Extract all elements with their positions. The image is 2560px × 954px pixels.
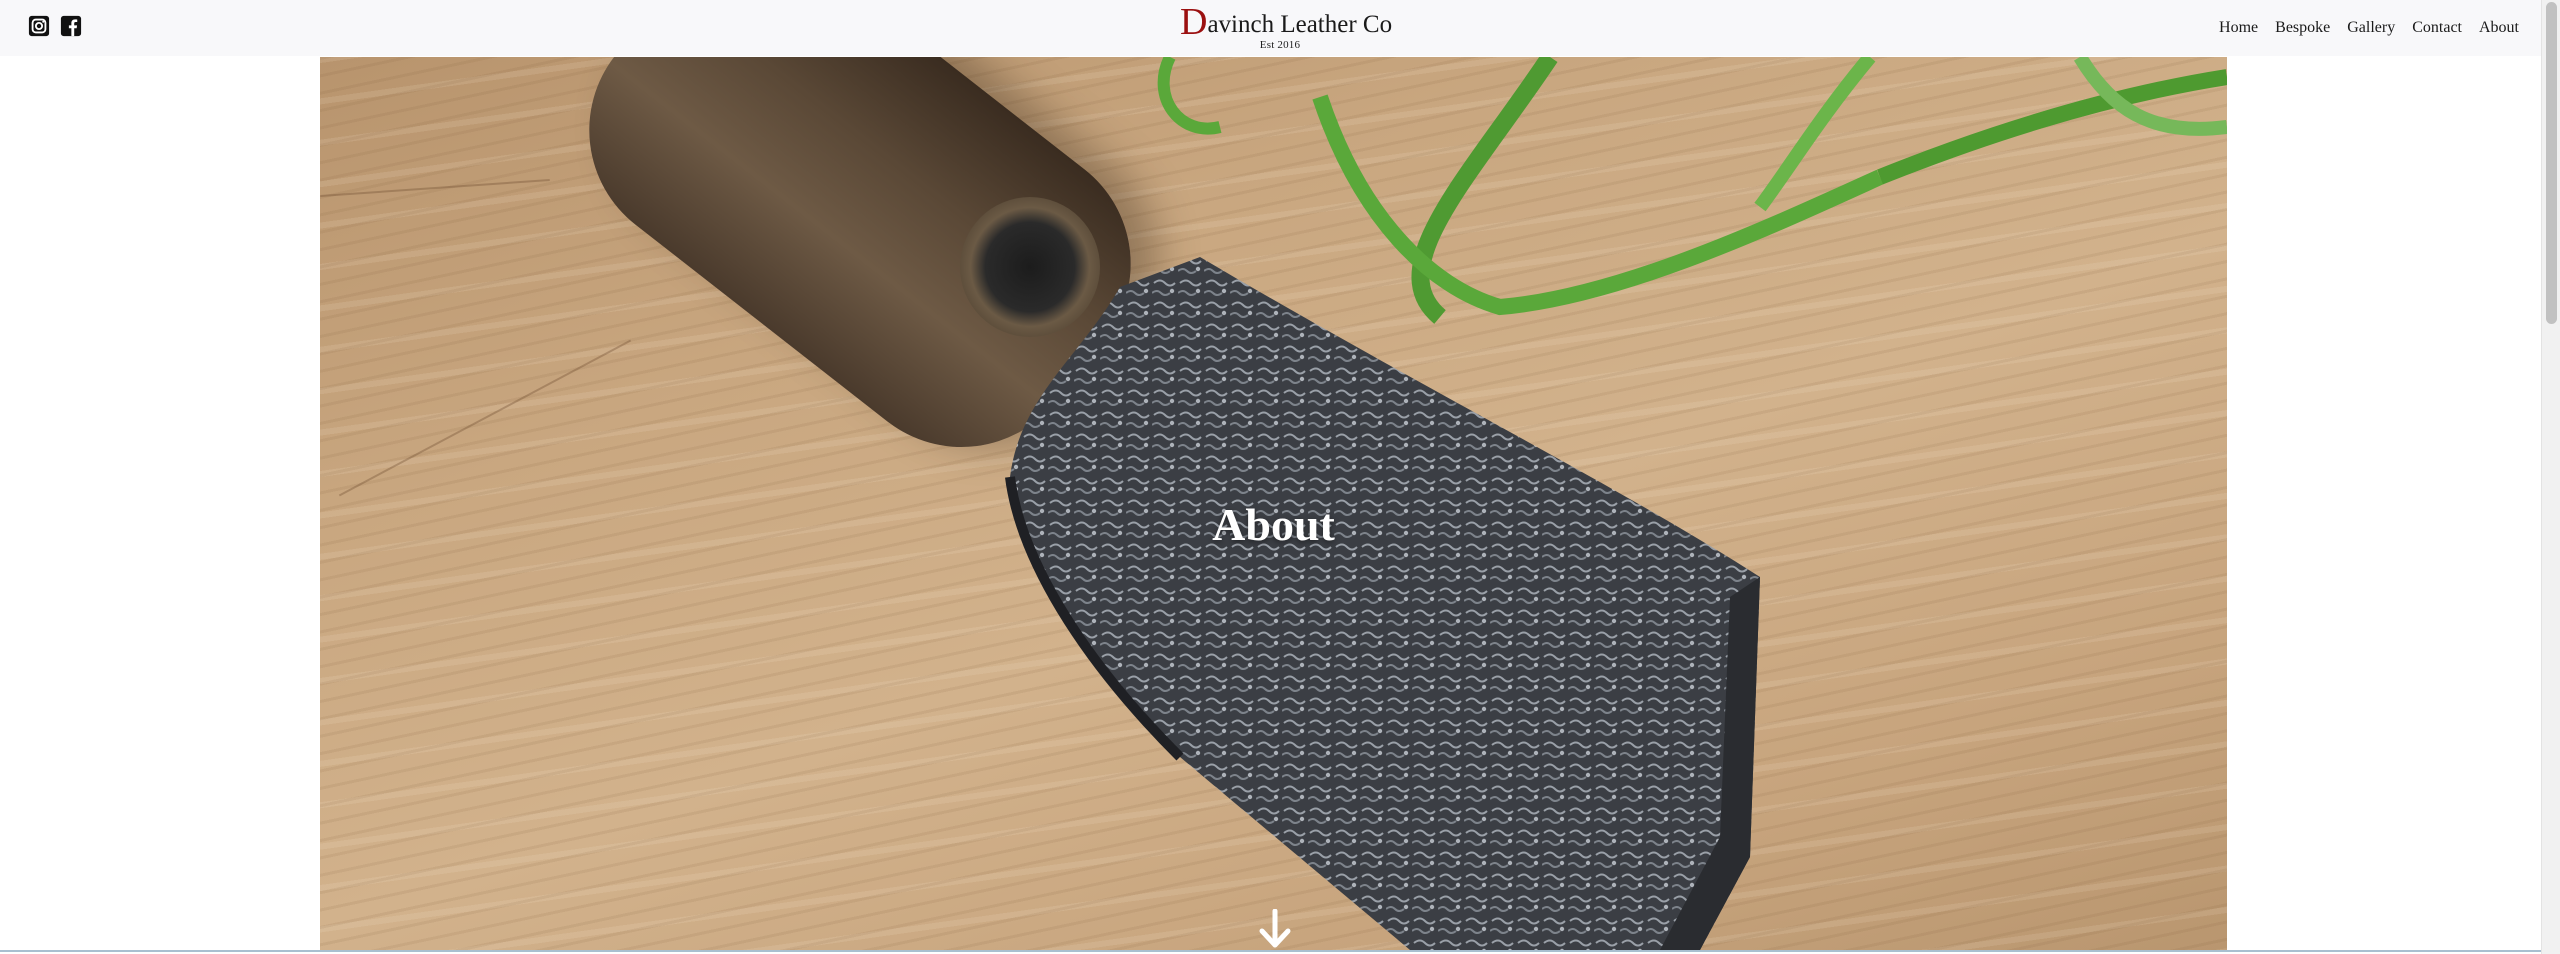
instagram-link[interactable] — [28, 15, 50, 37]
facebook-link[interactable] — [60, 15, 82, 37]
hero-banner: About — [320, 57, 2227, 950]
hero-title: About — [1212, 498, 1335, 550]
instagram-icon — [28, 15, 50, 37]
page: Davinch Leather Co Est 2016 Home Bespoke… — [0, 0, 2560, 954]
arrow-down-icon[interactable] — [1258, 909, 1292, 949]
scrollbar-thumb[interactable] — [2546, 2, 2557, 324]
nav-contact[interactable]: Contact — [2412, 18, 2462, 38]
site-header: Davinch Leather Co Est 2016 Home Bespoke… — [0, 0, 2541, 56]
nav-bespoke[interactable]: Bespoke — [2275, 18, 2330, 38]
main-nav: Home Bespoke Gallery Contact About — [2219, 18, 2519, 38]
brand-name-rest: avinch Leather Co — [1207, 11, 1393, 38]
page-divider — [0, 950, 2541, 952]
brand-logo[interactable]: Davinch Leather Co Est 2016 — [1180, 1, 1392, 51]
facebook-icon — [60, 15, 82, 37]
nav-gallery[interactable]: Gallery — [2347, 18, 2395, 38]
brand-initial: D — [1180, 1, 1208, 43]
nav-about[interactable]: About — [2479, 18, 2519, 38]
page-scrollbar[interactable] — [2541, 0, 2560, 954]
nav-home[interactable]: Home — [2219, 18, 2258, 38]
social-links — [28, 15, 82, 37]
